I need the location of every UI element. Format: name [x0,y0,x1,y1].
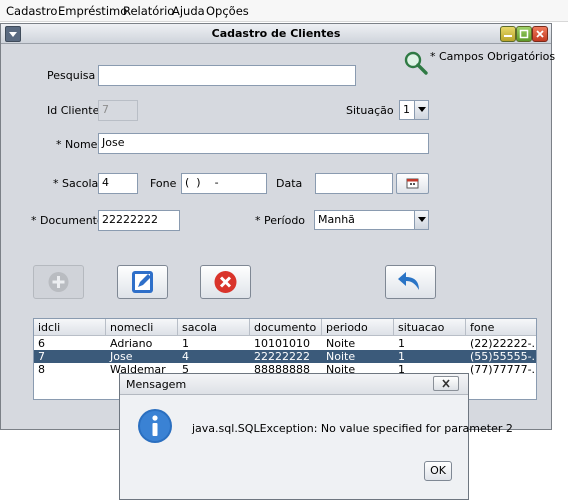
menu-bar: Cadastro Empréstimo Relatório Ajuda Opçõ… [0,0,568,22]
sacola-field[interactable]: 4 [98,173,138,194]
edit-button[interactable] [117,265,168,299]
close-icon[interactable] [532,26,548,42]
clientes-window: Cadastro de Clientes * Campos Obrigatóri… [0,23,556,430]
table-cell: 7 [38,350,45,363]
column-header-idcli[interactable]: idcli [34,319,106,336]
calendar-button[interactable] [396,173,429,194]
chevron-down-icon[interactable] [414,101,428,119]
situacao-value: 1 [403,103,410,116]
dialog-titlebar: Mensagem [120,374,468,395]
menu-relatorio[interactable]: Relatório [123,4,174,18]
message-dialog: Mensagem java.sql.SQLException: No value… [119,373,513,500]
table-cell: Noite [326,350,356,363]
table-cell: 10101010 [254,337,310,350]
table-cell: (77)77777-... [470,363,536,376]
edit-icon [132,271,153,293]
pesquisa-label: Pesquisa [47,69,96,82]
plus-icon [48,272,69,292]
table-row[interactable]: 6 Adriano 1 10101010 Noite 1 (22)22222-.… [34,337,536,350]
info-icon [137,408,173,444]
dialog-close-button[interactable] [433,376,459,391]
search-icon[interactable] [403,50,429,76]
required-fields-note: * Campos Obrigatórios [430,50,556,63]
table-cell: (22)22222-... [470,337,536,350]
table-cell: (55)55555-... [470,350,536,363]
undo-arrow-icon [398,272,419,290]
documento-label: * Documento [31,214,104,227]
table-row-selected[interactable]: 7 Jose 4 22222222 Noite 1 (55)55555-... [34,350,536,363]
column-header-periodo[interactable]: periodo [322,319,394,336]
dialog-title: Mensagem [126,378,187,391]
pesquisa-input[interactable] [98,65,356,86]
table-cell: 6 [38,337,45,350]
window-title: Cadastro de Clientes [211,27,341,40]
cancel-x-icon [214,271,237,293]
menu-ajuda[interactable]: Ajuda [172,4,205,18]
delete-button[interactable] [200,265,251,299]
id-cliente-field: 7 [98,100,138,121]
situacao-select[interactable]: 1 [399,100,429,120]
nome-field[interactable]: Jose [98,133,429,154]
id-cliente-label: Id Cliente [47,104,100,117]
periodo-select[interactable]: Manhã [314,210,429,230]
periodo-value: Manhã [318,213,355,226]
situacao-label: Situação [346,104,394,117]
sacola-label: * Sacola [53,177,99,190]
chevron-down-icon[interactable] [414,211,428,229]
add-button[interactable] [33,265,84,299]
nome-label: * Nome [56,138,98,151]
column-header-sacola[interactable]: sacola [178,319,250,336]
table-cell: 22222222 [254,350,310,363]
column-header-documento[interactable]: documento [250,319,322,336]
table-cell: 1 [398,337,405,350]
table-cell: 8 [38,363,45,376]
table-cell: Adriano [110,337,153,350]
table-cell: 1 [398,350,405,363]
window-titlebar: Cadastro de Clientes [1,24,551,44]
column-header-situacao[interactable]: situacao [394,319,466,336]
data-field[interactable] [315,173,393,194]
menu-cadastro[interactable]: Cadastro [6,4,57,18]
documento-field[interactable]: 22222222 [98,210,180,231]
table-cell: Jose [110,350,133,363]
minimize-icon[interactable] [500,26,516,42]
table-cell: Noite [326,337,356,350]
menu-opcoes[interactable]: Opções [206,4,249,18]
maximize-icon[interactable] [516,26,532,42]
calendar-icon [406,178,419,189]
column-header-fone[interactable]: fone [466,319,536,336]
table-cell: 1 [182,337,189,350]
table-cell: 4 [182,350,189,363]
ok-button[interactable]: OK [424,461,452,481]
data-label: Data [276,177,303,190]
back-button[interactable] [385,265,436,299]
periodo-label: * Período [255,214,306,227]
fone-field[interactable]: ( ) - [181,173,267,194]
column-header-nomecli[interactable]: nomecli [106,319,178,336]
fone-label: Fone [150,177,177,190]
dialog-message: java.sql.SQLException: No value specifie… [192,422,513,435]
menu-emprestimo[interactable]: Empréstimo [58,4,127,18]
close-icon [442,379,450,388]
